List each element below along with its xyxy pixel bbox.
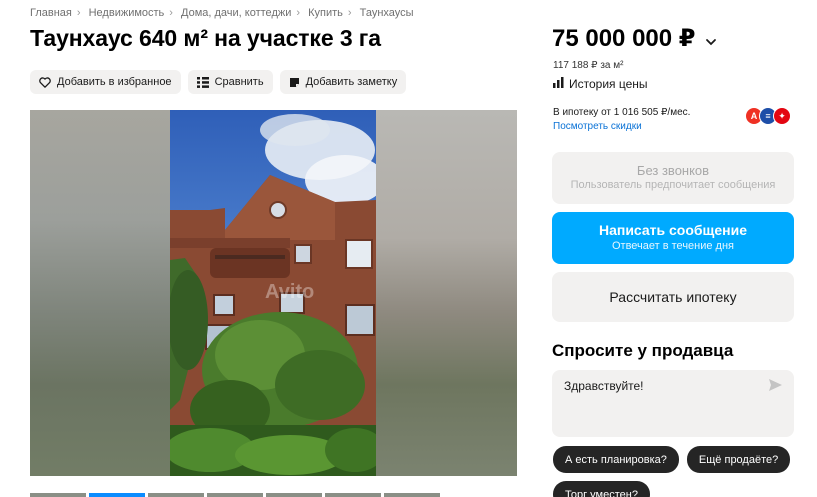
price-value: 75 000 000 ₽ xyxy=(552,25,696,52)
write-message-title: Написать сообщение xyxy=(598,222,748,238)
breadcrumb-separator: › xyxy=(169,7,173,19)
write-message-button[interactable]: Написать сообщение Отвечает в течение дн… xyxy=(552,212,794,264)
note-icon xyxy=(289,77,300,88)
heart-icon xyxy=(39,76,51,88)
breadcrumb: Главная › Недвижимость › Дома, дачи, котте… xyxy=(30,7,414,19)
gallery-blur-left xyxy=(30,110,170,476)
page-title: Таунхаус 640 м² на участке 3 га xyxy=(30,25,381,51)
mts-bank-logo: ✦ xyxy=(773,107,791,125)
calculate-mortgage-button[interactable]: Рассчитать ипотеку xyxy=(552,272,794,322)
listing-photo: Avito xyxy=(170,110,376,476)
gallery-thumbnail[interactable] xyxy=(325,493,381,497)
add-note-label: Добавить заметку xyxy=(305,76,398,88)
breadcrumb-separator: › xyxy=(347,7,352,19)
chevron-down-icon[interactable] xyxy=(705,25,717,53)
price-per-meter: 117 188 ₽ за м² xyxy=(553,60,624,71)
add-to-favorites-button[interactable]: Добавить в избранное xyxy=(30,70,181,94)
gallery-thumbnail[interactable] xyxy=(148,493,204,497)
price-history-label: История цены xyxy=(569,77,648,91)
ask-seller-title: Спросите у продавца xyxy=(552,341,734,360)
message-input[interactable]: Здравствуйте! xyxy=(552,370,794,437)
gallery-thumbnail[interactable] xyxy=(266,493,322,497)
price-history-link[interactable]: История цены xyxy=(553,77,648,91)
breadcrumb-separator: › xyxy=(76,7,81,19)
chart-icon xyxy=(553,77,564,91)
quick-questions: А есть планировка? Ещё продаёте? Торг умес… xyxy=(553,446,803,497)
mortgage-estimate: В ипотеку от 1 016 505 ₽/мес. xyxy=(553,107,691,118)
view-discounts-link[interactable]: Посмотреть скидки xyxy=(553,121,642,132)
breadcrumb-separator: › xyxy=(296,7,301,19)
bank-logos: А ≡ ✦ xyxy=(745,107,791,125)
quick-question-chip[interactable]: Ещё продаёте? xyxy=(686,446,791,473)
no-calls-button: Без звонков Пользователь предпочитает со… xyxy=(552,152,794,204)
breadcrumb-home[interactable]: Главная xyxy=(30,7,72,19)
gallery-thumbnail[interactable] xyxy=(384,493,440,497)
quick-question-chip[interactable]: А есть планировка? xyxy=(553,446,679,473)
price-block: 75 000 000 ₽ xyxy=(552,24,717,53)
message-input-value: Здравствуйте! xyxy=(564,379,644,393)
write-message-subtitle: Отвечает в течение дня xyxy=(611,240,735,252)
breadcrumb-buy[interactable]: Купить xyxy=(308,7,343,19)
compare-icon xyxy=(196,76,209,88)
gallery-thumbnail[interactable] xyxy=(89,493,145,497)
no-calls-title: Без звонков xyxy=(636,163,710,178)
photo-gallery[interactable]: Avito xyxy=(30,110,517,476)
thumbnail-strip xyxy=(30,493,440,497)
compare-label: Сравнить xyxy=(214,76,264,88)
breadcrumb-houses[interactable]: Дома, дачи, коттеджи xyxy=(181,7,291,19)
listing-actions: Добавить в избранное Сравнить Добавить з… xyxy=(30,70,407,94)
gallery-thumbnail[interactable] xyxy=(30,493,86,497)
add-note-button[interactable]: Добавить заметку xyxy=(279,70,407,94)
quick-question-chip[interactable]: Торг уместен? xyxy=(553,481,650,497)
gallery-blur-right xyxy=(376,110,517,476)
add-to-favorites-label: Добавить в избранное xyxy=(57,76,172,88)
breadcrumb-townhouses[interactable]: Таунхаусы xyxy=(360,7,414,19)
compare-button[interactable]: Сравнить xyxy=(187,70,273,94)
no-calls-subtitle: Пользователь предпочитает сообщения xyxy=(570,179,776,191)
breadcrumb-real-estate[interactable]: Недвижимость xyxy=(89,7,165,19)
gallery-thumbnail[interactable] xyxy=(207,493,263,497)
avito-watermark: Avito xyxy=(265,281,314,303)
send-icon[interactable] xyxy=(769,379,782,394)
